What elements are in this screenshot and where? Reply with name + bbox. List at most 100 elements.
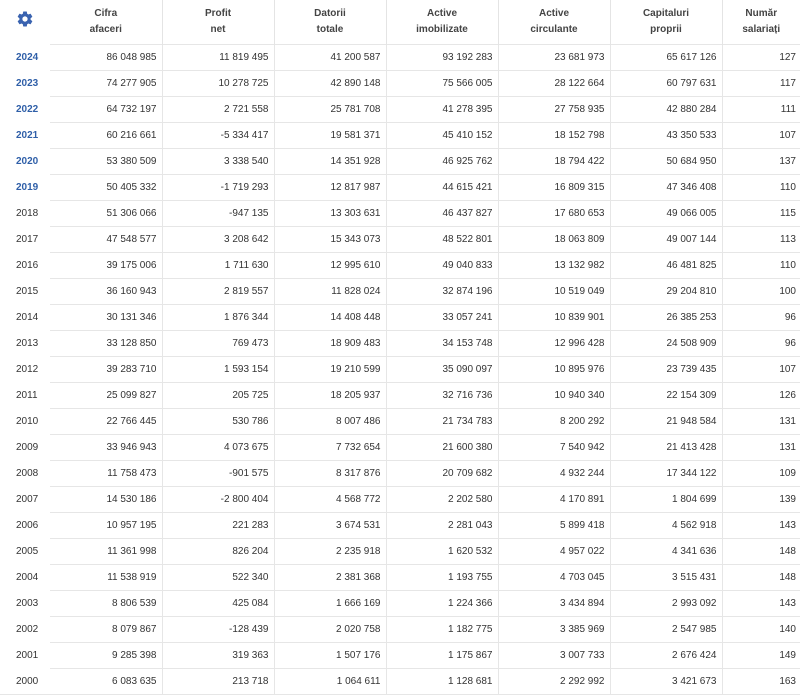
cell-datorii-totale: 18 909 483 (274, 331, 386, 357)
settings-cell[interactable] (0, 0, 50, 45)
year-label: 2016 (0, 253, 50, 279)
cell-datorii-totale: 12 995 610 (274, 253, 386, 279)
cell-cifra-afaceri: 74 277 905 (50, 71, 162, 97)
cell-active-imobilizate: 93 192 283 (386, 45, 498, 71)
cell-active-imobilizate: 34 153 748 (386, 331, 498, 357)
cell-capitaluri-proprii: 49 007 144 (610, 227, 722, 253)
cell-profit-net: 319 363 (162, 643, 274, 669)
cell-cifra-afaceri: 22 766 445 (50, 409, 162, 435)
cell-active-circulante: 7 540 942 (498, 435, 610, 461)
cell-profit-net: -901 575 (162, 461, 274, 487)
gear-icon[interactable] (16, 10, 34, 28)
cell-numar-salariati: 110 (722, 175, 800, 201)
column-header-line: totale (275, 22, 386, 38)
cell-active-circulante: 4 957 022 (498, 539, 610, 565)
cell-datorii-totale: 1 666 169 (274, 591, 386, 617)
cell-profit-net: 2 721 558 (162, 97, 274, 123)
cell-capitaluri-proprii: 4 341 636 (610, 539, 722, 565)
cell-profit-net: -128 439 (162, 617, 274, 643)
cell-profit-net: 2 819 557 (162, 279, 274, 305)
cell-active-imobilizate: 21 600 380 (386, 435, 498, 461)
year-link[interactable]: 2023 (0, 71, 50, 97)
cell-capitaluri-proprii: 1 804 699 (610, 487, 722, 513)
cell-numar-salariati: 107 (722, 357, 800, 383)
year-label: 2007 (0, 487, 50, 513)
cell-capitaluri-proprii: 43 350 533 (610, 123, 722, 149)
year-link[interactable]: 2019 (0, 175, 50, 201)
table-row: 202374 277 90510 278 72542 890 14875 566… (0, 71, 800, 97)
cell-active-circulante: 17 680 653 (498, 201, 610, 227)
cell-capitaluri-proprii: 3 515 431 (610, 565, 722, 591)
cell-active-imobilizate: 75 566 005 (386, 71, 498, 97)
cell-datorii-totale: 41 200 587 (274, 45, 386, 71)
cell-cifra-afaceri: 11 758 473 (50, 461, 162, 487)
cell-capitaluri-proprii: 4 562 918 (610, 513, 722, 539)
cell-active-circulante: 3 434 894 (498, 591, 610, 617)
cell-profit-net: -947 135 (162, 201, 274, 227)
cell-numar-salariati: 117 (722, 71, 800, 97)
table-row: 201639 175 0061 711 63012 995 61049 040 … (0, 253, 800, 279)
table-row: 201125 099 827205 72518 205 93732 716 73… (0, 383, 800, 409)
cell-active-circulante: 10 839 901 (498, 305, 610, 331)
cell-datorii-totale: 8 317 876 (274, 461, 386, 487)
year-label: 2005 (0, 539, 50, 565)
cell-active-imobilizate: 2 202 580 (386, 487, 498, 513)
cell-datorii-totale: 1 507 176 (274, 643, 386, 669)
cell-active-imobilizate: 48 522 801 (386, 227, 498, 253)
cell-numar-salariati: 140 (722, 617, 800, 643)
cell-numar-salariati: 137 (722, 149, 800, 175)
cell-numar-salariati: 148 (722, 565, 800, 591)
table-row: 202264 732 1972 721 55825 781 70841 278 … (0, 97, 800, 123)
cell-cifra-afaceri: 50 405 332 (50, 175, 162, 201)
cell-active-circulante: 5 899 418 (498, 513, 610, 539)
table-row: 201747 548 5773 208 64215 343 07348 522 … (0, 227, 800, 253)
cell-profit-net: 11 819 495 (162, 45, 274, 71)
cell-active-circulante: 13 132 982 (498, 253, 610, 279)
year-link[interactable]: 2022 (0, 97, 50, 123)
cell-numar-salariati: 100 (722, 279, 800, 305)
cell-datorii-totale: 8 007 486 (274, 409, 386, 435)
cell-active-circulante: 23 681 973 (498, 45, 610, 71)
year-link[interactable]: 2020 (0, 149, 50, 175)
cell-active-imobilizate: 1 128 681 (386, 669, 498, 695)
column-header-capitaluri-proprii: Capitaluriproprii (610, 0, 722, 45)
cell-active-imobilizate: 1 224 366 (386, 591, 498, 617)
cell-active-imobilizate: 44 615 421 (386, 175, 498, 201)
cell-datorii-totale: 1 064 611 (274, 669, 386, 695)
table-row: 201430 131 3461 876 34414 408 44833 057 … (0, 305, 800, 331)
cell-active-imobilizate: 1 182 775 (386, 617, 498, 643)
year-label: 2015 (0, 279, 50, 305)
column-header-line: imobilizate (387, 22, 498, 38)
table-row: 200811 758 473-901 5758 317 87620 709 68… (0, 461, 800, 487)
cell-numar-salariati: 113 (722, 227, 800, 253)
cell-profit-net: 769 473 (162, 331, 274, 357)
year-label: 2012 (0, 357, 50, 383)
cell-datorii-totale: 19 210 599 (274, 357, 386, 383)
column-header-line: afaceri (50, 22, 162, 38)
cell-numar-salariati: 109 (722, 461, 800, 487)
cell-active-circulante: 10 519 049 (498, 279, 610, 305)
table-row: 200411 538 919522 3402 381 3681 193 7554… (0, 565, 800, 591)
year-link[interactable]: 2024 (0, 45, 50, 71)
cell-active-imobilizate: 1 193 755 (386, 565, 498, 591)
cell-profit-net: 1 876 344 (162, 305, 274, 331)
cell-profit-net: 3 208 642 (162, 227, 274, 253)
cell-capitaluri-proprii: 60 797 631 (610, 71, 722, 97)
header-row: CifraafaceriProfitnetDatoriitotaleActive… (0, 0, 800, 45)
financial-table-container: CifraafaceriProfitnetDatoriitotaleActive… (0, 0, 800, 695)
cell-numar-salariati: 127 (722, 45, 800, 71)
cell-datorii-totale: 2 020 758 (274, 617, 386, 643)
table-row: 200933 946 9434 073 6757 732 65421 600 3… (0, 435, 800, 461)
year-link[interactable]: 2021 (0, 123, 50, 149)
table-row: 201239 283 7101 593 15419 210 59935 090 … (0, 357, 800, 383)
cell-profit-net: 221 283 (162, 513, 274, 539)
cell-cifra-afaceri: 39 283 710 (50, 357, 162, 383)
cell-active-circulante: 4 932 244 (498, 461, 610, 487)
cell-profit-net: -2 800 404 (162, 487, 274, 513)
cell-datorii-totale: 25 781 708 (274, 97, 386, 123)
cell-numar-salariati: 131 (722, 435, 800, 461)
cell-active-circulante: 4 170 891 (498, 487, 610, 513)
cell-capitaluri-proprii: 46 481 825 (610, 253, 722, 279)
column-header-line: Număr (723, 6, 800, 22)
cell-profit-net: 205 725 (162, 383, 274, 409)
